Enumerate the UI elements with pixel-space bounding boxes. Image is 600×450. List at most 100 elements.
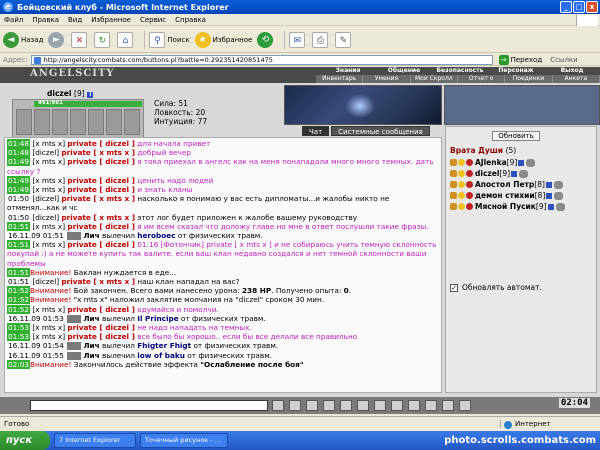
player-name[interactable]: heroboec — [137, 231, 175, 240]
menu-tools[interactable]: Сервис — [140, 16, 166, 24]
user-list-item[interactable]: демон стихии [8] — [450, 190, 596, 201]
private-tag[interactable]: private [ diczel ] — [67, 139, 134, 148]
info-icon[interactable]: i — [87, 92, 94, 98]
chat-timestamp[interactable]: 01:49 — [7, 185, 31, 195]
private-tag[interactable]: private [ diczel ] — [67, 222, 134, 231]
settings-icon[interactable] — [357, 400, 369, 411]
chat-timestamp[interactable]: 16.11.09 01:54 — [7, 341, 65, 350]
chat-timestamp[interactable]: 02:03 — [7, 359, 31, 369]
nav-character[interactable]: Персонаж — [488, 67, 544, 75]
sound-icon[interactable] — [425, 400, 437, 411]
info-icon[interactable] — [547, 203, 554, 210]
chat-input[interactable] — [30, 400, 268, 411]
print-button[interactable]: ⎙ — [312, 31, 330, 48]
private-tag[interactable]: private [ diczel ] — [67, 305, 134, 314]
chat-timestamp[interactable]: 01:52 — [7, 295, 31, 305]
nav-knowledge[interactable]: Знания — [320, 67, 376, 75]
align-icon[interactable] — [458, 203, 465, 210]
url-input[interactable]: http://angelscity.combats.com/buttons.pl… — [30, 54, 493, 65]
private-tag[interactable]: private [ x mts x ] — [61, 277, 135, 286]
align-icon[interactable] — [458, 159, 465, 166]
equipment-slot[interactable] — [34, 109, 50, 135]
player-name[interactable]: Fhigter Fhigt — [137, 341, 191, 350]
chat-timestamp[interactable]: 01:50 — [7, 213, 30, 222]
character-name[interactable]: diczel [9] i — [47, 89, 94, 98]
subnav-scroll[interactable]: Мой Скролл — [411, 75, 458, 83]
info-icon[interactable] — [546, 192, 553, 199]
private-tag[interactable]: private [ diczel ] — [67, 157, 134, 166]
align-icon[interactable] — [458, 192, 465, 199]
refresh-page-button[interactable]: ↻ — [94, 31, 112, 48]
private-tag[interactable]: private [ x mts x ] — [61, 194, 135, 203]
menu-help[interactable]: Справка — [175, 16, 206, 24]
user-name[interactable]: демон стихии — [475, 190, 535, 201]
private-tag[interactable]: private [ diczel ] — [67, 240, 134, 249]
chat-timestamp[interactable]: 01:49 — [7, 175, 31, 185]
forward-button[interactable]: ► — [48, 31, 66, 48]
private-tag[interactable]: private [ diczel ] — [67, 323, 134, 332]
player-name[interactable]: low of baku — [137, 351, 185, 360]
info-icon[interactable] — [545, 181, 552, 188]
subnav-profile[interactable]: Анкета — [553, 75, 600, 83]
chat-timestamp[interactable]: 16.11.09 01:53 — [7, 314, 65, 323]
scroll-icon[interactable] — [374, 400, 386, 411]
lock-icon[interactable] — [450, 159, 457, 166]
translit-icon[interactable] — [391, 400, 403, 411]
brush-icon[interactable] — [408, 400, 420, 411]
log-icon[interactable] — [442, 400, 454, 411]
private-icon[interactable] — [323, 400, 335, 411]
chat-timestamp[interactable]: 01:53 — [7, 323, 31, 333]
clan-badge-icon[interactable] — [466, 181, 473, 188]
home-button[interactable]: ⌂ — [117, 31, 135, 48]
chat-log[interactable]: 01:48 [x mts x] private [ diczel ] для н… — [4, 137, 442, 393]
private-tag[interactable]: private [ diczel ] — [67, 332, 134, 341]
align-icon[interactable] — [458, 181, 465, 188]
lock-icon[interactable] — [450, 181, 457, 188]
user-list-item[interactable]: Мясной Пусик [9] — [450, 201, 596, 212]
chat-timestamp[interactable]: 01:52 — [7, 286, 31, 296]
back-button[interactable]: ◄ Назад — [3, 31, 43, 48]
subnav-skills[interactable]: Умения — [363, 75, 411, 83]
nav-social[interactable]: Общение — [376, 67, 432, 75]
chat-timestamp[interactable]: 01:51 — [7, 277, 30, 286]
align-icon[interactable] — [458, 170, 465, 177]
clan-badge-icon[interactable] — [466, 203, 473, 210]
chat-timestamp[interactable]: 01:53 — [7, 332, 31, 342]
user-list-item[interactable]: AJlenka [9] — [450, 157, 596, 168]
chat-timestamp[interactable]: 01:51 — [7, 240, 31, 250]
links-button[interactable]: Ссылки — [550, 56, 578, 64]
menu-file[interactable]: Файл — [4, 16, 23, 24]
user-list-item[interactable]: Апостол Петр [8] — [450, 179, 596, 190]
chat-timestamp[interactable]: 01:51 — [7, 221, 31, 231]
chat-timestamp[interactable]: 01:52 — [7, 304, 31, 314]
exit-chat-icon[interactable] — [459, 400, 471, 411]
private-tag[interactable]: private [ diczel ] — [67, 176, 134, 185]
nav-exit[interactable]: Выход — [544, 67, 600, 75]
chat-timestamp[interactable]: 01:49 — [7, 157, 31, 167]
go-button[interactable]: → Переход — [498, 54, 542, 65]
chat-timestamp[interactable]: 16.11.09 01:51 — [7, 231, 65, 240]
subnav-transfers[interactable]: Отчет о переводах — [458, 75, 506, 90]
user-name[interactable]: AJlenka — [475, 157, 507, 168]
lock-icon[interactable] — [450, 192, 457, 199]
clear-icon[interactable] — [289, 400, 301, 411]
minimize-button[interactable]: _ — [560, 1, 572, 13]
private-tag[interactable]: private [ x mts x ] — [61, 148, 135, 157]
chat-timestamp[interactable]: 01:48 — [7, 148, 31, 158]
maximize-button[interactable]: □ — [573, 1, 585, 13]
send-icon[interactable] — [272, 400, 284, 411]
smiley-icon[interactable] — [306, 400, 318, 411]
search-button[interactable]: ⚲ Поиск — [149, 31, 190, 48]
user-name[interactable]: diczel — [475, 168, 499, 179]
chat-timestamp[interactable]: 16.11.09 01:55 — [7, 351, 65, 360]
user-name[interactable]: Мясной Пусик — [475, 201, 536, 212]
favorites-button[interactable]: ★ Избранное — [194, 31, 252, 48]
info-icon[interactable] — [511, 170, 518, 177]
equipment-slot[interactable] — [16, 109, 32, 135]
autorefresh-toggle[interactable]: ✓ Обновлять автомат. — [450, 283, 542, 292]
equipment-slot[interactable] — [124, 109, 140, 135]
private-tag[interactable]: private [ diczel ] — [67, 185, 134, 194]
tab-system-messages[interactable]: Системные сообщения — [331, 126, 430, 136]
user-list-item[interactable]: diczel [9] — [450, 168, 596, 179]
subnav-battles[interactable]: Поединки — [505, 75, 553, 83]
